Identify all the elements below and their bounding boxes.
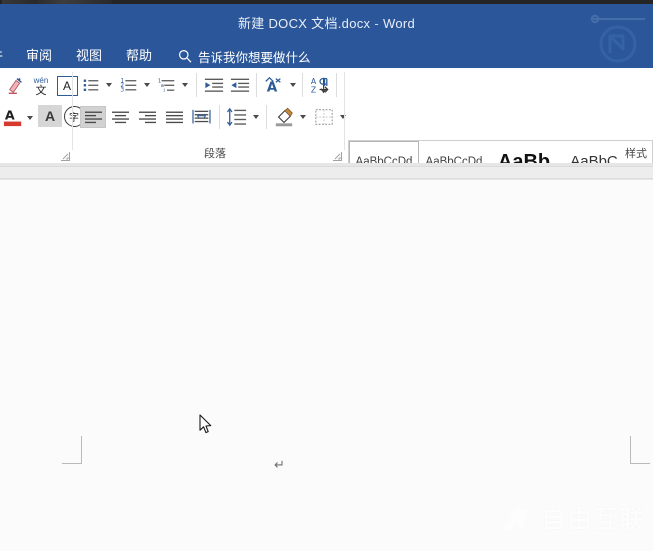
tab-review[interactable]: 审阅 xyxy=(14,42,64,70)
paragraph-dialog-launcher[interactable] xyxy=(332,149,343,160)
tab-view[interactable]: 视图 xyxy=(64,42,114,70)
multilevel-list-icon[interactable]: 1 a i xyxy=(156,74,178,96)
text-highlight-dropdown-icon[interactable] xyxy=(24,113,36,123)
bullets-dropdown-icon[interactable] xyxy=(103,80,115,90)
chevron-down-icon xyxy=(340,115,346,119)
clear-formatting-icon[interactable] xyxy=(4,74,28,98)
tab-mail-clipped[interactable]: 件 xyxy=(0,42,14,70)
x-logo-mark xyxy=(500,505,534,533)
character-border-icon[interactable]: A xyxy=(56,75,78,96)
window-title-app: Word xyxy=(383,16,415,31)
chevron-down-icon xyxy=(144,83,150,87)
ruler-track xyxy=(0,166,653,179)
distribute-button[interactable] xyxy=(188,106,214,128)
window-title-separator: - xyxy=(370,16,383,31)
group-divider-paragraph xyxy=(344,72,345,150)
numbering-icon[interactable]: 1 2 3 xyxy=(118,74,140,96)
tab-help[interactable]: 帮助 xyxy=(114,42,164,70)
shading-icon[interactable] xyxy=(272,106,296,128)
shading-dropdown-icon[interactable] xyxy=(297,112,309,122)
line-spacing-icon[interactable] xyxy=(225,106,249,128)
styles-group-label: 样式 xyxy=(625,145,647,161)
site-watermark: 自由互联 xyxy=(500,505,645,533)
tell-me-search[interactable]: 告诉我你想要做什么 xyxy=(178,47,311,66)
toolbar-divider-4 xyxy=(336,73,337,97)
toolbar-divider-2 xyxy=(256,73,257,97)
tell-me-label: 告诉我你想要做什么 xyxy=(198,47,311,66)
asian-layout-icon[interactable]: A xyxy=(262,74,286,96)
justify-button[interactable] xyxy=(161,106,187,128)
chevron-down-icon xyxy=(27,116,33,120)
phonetic-guide-top: wén xyxy=(34,76,49,85)
title-bar: 新建 DOCX 文档.docx-Word 件 审阅 视图 帮助 告诉我你想要做什… xyxy=(0,4,653,68)
align-left-button[interactable] xyxy=(80,106,106,128)
chevron-down-icon xyxy=(300,115,306,119)
numbering-dropdown-icon[interactable] xyxy=(141,80,153,90)
document-page[interactable]: ↵ 自由互联 xyxy=(0,180,653,551)
multilevel-list-dropdown-icon[interactable] xyxy=(179,80,191,90)
phonetic-guide-icon[interactable]: wén 文 xyxy=(28,73,54,99)
ribbon: wén 文 A A A 字 xyxy=(0,68,653,164)
horizontal-ruler[interactable] xyxy=(0,163,653,181)
ribbon-tab-bar[interactable]: 件 审阅 视图 帮助 告诉我你想要做什么 xyxy=(0,42,653,70)
asian-layout-dropdown-icon[interactable] xyxy=(287,80,299,90)
character-shading-glyph: A xyxy=(45,108,55,124)
chevron-down-icon xyxy=(290,83,296,87)
paragraph-group-label: 段落 xyxy=(80,145,350,161)
chevron-down-icon xyxy=(253,115,259,119)
toolbar-divider-3 xyxy=(302,73,303,97)
line-spacing-dropdown-icon[interactable] xyxy=(250,112,262,122)
borders-dropdown-icon[interactable] xyxy=(337,112,349,122)
toolbar-divider-1 xyxy=(196,73,197,97)
chevron-down-icon xyxy=(182,83,188,87)
character-border-glyph: A xyxy=(57,76,78,96)
group-divider-font xyxy=(72,72,73,150)
document-canvas[interactable]: ↵ 自由互联 xyxy=(0,180,653,551)
watermark-text: 自由互联 xyxy=(541,507,645,532)
show-formatting-marks-icon[interactable] xyxy=(314,74,336,96)
window-title: 新建 DOCX 文档.docx-Word xyxy=(0,13,653,32)
text-highlight-color-icon[interactable]: A xyxy=(2,105,24,129)
svg-text:A: A xyxy=(5,108,15,123)
phonetic-guide-bottom: 文 xyxy=(36,85,47,97)
align-right-button[interactable] xyxy=(134,106,160,128)
window-title-document: 新建 DOCX 文档.docx xyxy=(238,16,370,31)
svg-text:3: 3 xyxy=(120,87,124,93)
font-dialog-launcher[interactable] xyxy=(60,149,71,160)
search-icon xyxy=(178,49,192,63)
chevron-down-icon xyxy=(106,83,112,87)
character-shading-icon[interactable]: A xyxy=(38,105,62,127)
paragraph-mark: ↵ xyxy=(274,458,285,473)
bullets-icon[interactable] xyxy=(80,74,102,96)
borders-icon[interactable] xyxy=(312,106,336,128)
align-center-button[interactable] xyxy=(107,106,133,128)
decrease-indent-icon[interactable] xyxy=(202,74,226,96)
mouse-pointer xyxy=(199,414,213,435)
toolbar-divider-5 xyxy=(219,105,220,129)
increase-indent-icon[interactable] xyxy=(228,74,252,96)
toolbar-divider-6 xyxy=(266,105,267,129)
margin-mark-top-right xyxy=(630,436,650,464)
margin-mark-top-left xyxy=(62,436,82,464)
svg-text:i: i xyxy=(163,88,165,94)
